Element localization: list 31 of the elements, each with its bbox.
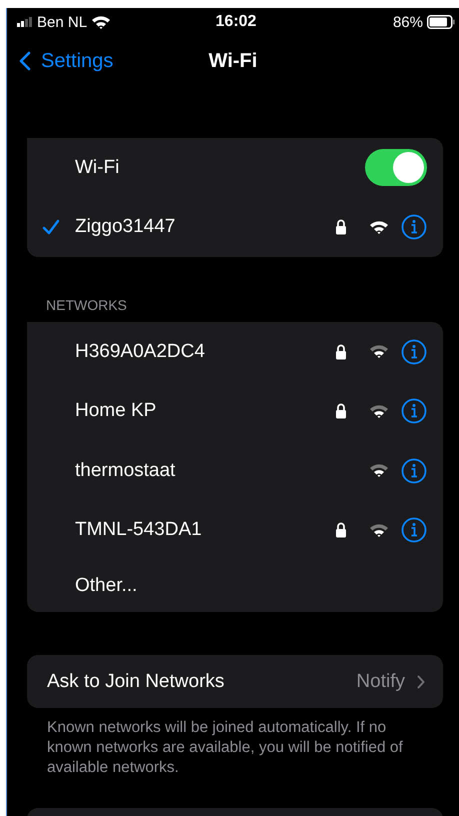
other-network-item[interactable]: Other... bbox=[75, 575, 427, 597]
wifi-label: Wi-Fi bbox=[75, 156, 120, 179]
network-name[interactable]: thermostaat bbox=[75, 460, 369, 482]
info-icon[interactable] bbox=[401, 517, 427, 544]
network-name[interactable]: TMNL-543DA1 bbox=[75, 519, 335, 542]
clock-time: 16:02 bbox=[216, 13, 256, 31]
wifi-signal-icon bbox=[369, 220, 389, 235]
footnote-text: Known networks will be joined automatically. If no known networks are available, you will be notified of available networks. bbox=[47, 718, 404, 778]
back-button[interactable]: Settings bbox=[7, 50, 114, 72]
info-icon[interactable] bbox=[401, 338, 427, 365]
wifi-signal-icon bbox=[369, 404, 389, 419]
wifi-signal-icon bbox=[369, 522, 389, 538]
wifi-signal-icon bbox=[369, 463, 389, 478]
network-name[interactable]: Home KP bbox=[75, 400, 335, 422]
battery-icon bbox=[426, 15, 455, 29]
wifi-toggle[interactable] bbox=[365, 149, 427, 186]
info-icon[interactable] bbox=[401, 458, 427, 484]
network-name[interactable]: H369A0A2DC4 bbox=[75, 340, 335, 363]
network-name[interactable]: Ziggo31447 bbox=[75, 216, 335, 238]
chevron-left-icon bbox=[19, 50, 31, 72]
ask-to-join-row[interactable]: Ask to Join Networks Notify bbox=[27, 655, 443, 708]
wifi-icon bbox=[91, 14, 112, 30]
cellular-signal-icon bbox=[17, 17, 33, 27]
info-icon[interactable] bbox=[401, 398, 427, 424]
wifi-signal-icon bbox=[369, 344, 389, 360]
info-icon[interactable] bbox=[401, 214, 427, 240]
battery-percentage: 86% bbox=[392, 14, 423, 30]
page-title: Wi-Fi bbox=[208, 50, 258, 72]
chevron-right-icon bbox=[417, 674, 425, 688]
section-header: NETWORKS bbox=[46, 297, 128, 313]
carrier-name: Ben NL bbox=[37, 14, 88, 30]
